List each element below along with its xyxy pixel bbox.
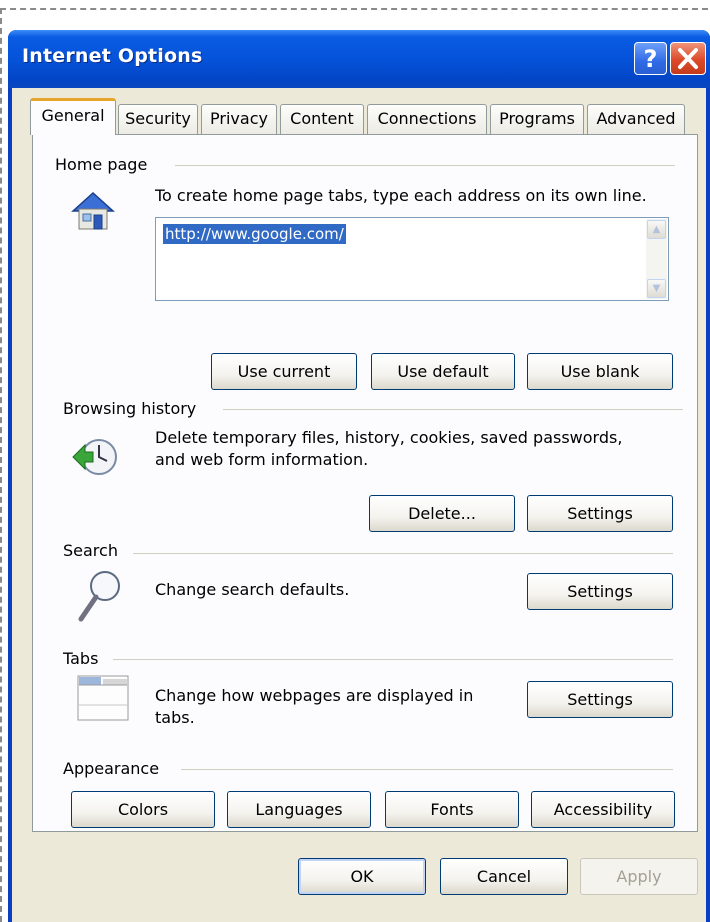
magnifier-icon [77, 569, 123, 629]
home-page-scrollbar[interactable]: ▲ ▼ [646, 219, 667, 299]
close-icon [678, 48, 698, 69]
tabs-description-line1: Change how webpages are displayed in [155, 686, 474, 705]
close-button[interactable] [670, 42, 706, 75]
capture-border-left [0, 8, 2, 922]
tab-connections[interactable]: Connections [367, 104, 487, 134]
accessibility-button[interactable]: Accessibility [531, 791, 675, 828]
search-description: Change search defaults. [155, 580, 350, 599]
home-page-url-value: http://www.google.com/ [163, 224, 346, 244]
appearance-divider [181, 769, 673, 770]
fonts-button[interactable]: Fonts [385, 791, 519, 828]
scroll-up-icon[interactable]: ▲ [647, 220, 666, 239]
tabbed-window-icon [77, 675, 129, 725]
internet-options-window: Internet Options ? General Security Priv… [8, 30, 710, 922]
home-page-description: To create home page tabs, type each addr… [155, 186, 647, 205]
browsing-history-heading: Browsing history [63, 399, 197, 418]
browsing-history-description-line2: and web form information. [155, 450, 369, 469]
tab-security[interactable]: Security [118, 104, 198, 134]
tabs-settings-button[interactable]: Settings [527, 681, 673, 718]
delete-history-button[interactable]: Delete... [369, 495, 515, 532]
use-current-button[interactable]: Use current [211, 353, 357, 390]
home-icon [69, 187, 117, 239]
tab-general[interactable]: General [30, 98, 116, 135]
ok-button[interactable]: OK [298, 858, 426, 895]
tab-strip: General Security Privacy Content Connect… [30, 98, 702, 135]
general-tab-panel: Home page To create home page tabs, type… [32, 134, 698, 832]
browsing-history-description-line1: Delete temporary files, history, cookies… [155, 428, 623, 447]
scroll-down-icon[interactable]: ▼ [647, 279, 666, 298]
title-bar[interactable]: Internet Options ? [8, 30, 710, 88]
dialog-client-area: General Security Privacy Content Connect… [12, 88, 706, 922]
tab-content[interactable]: Content [280, 104, 364, 134]
tab-privacy[interactable]: Privacy [201, 104, 277, 134]
capture-border-top [0, 8, 708, 10]
search-settings-button[interactable]: Settings [527, 573, 673, 610]
tabs-description-line2: tabs. [155, 708, 195, 727]
tab-programs[interactable]: Programs [490, 104, 584, 134]
search-heading: Search [63, 541, 118, 560]
tab-advanced[interactable]: Advanced [587, 104, 685, 134]
cancel-button[interactable]: Cancel [440, 858, 568, 895]
home-page-address-field[interactable]: http://www.google.com/ ▲ ▼ [155, 217, 669, 301]
colors-button[interactable]: Colors [71, 791, 215, 828]
use-blank-button[interactable]: Use blank [527, 353, 673, 390]
tabs-divider [113, 659, 673, 660]
use-default-button[interactable]: Use default [371, 353, 515, 390]
apply-button[interactable]: Apply [580, 858, 698, 895]
appearance-heading: Appearance [63, 759, 160, 778]
search-divider [133, 553, 673, 554]
home-page-heading: Home page [55, 155, 148, 174]
window-title: Internet Options [22, 45, 203, 67]
history-clock-icon [71, 435, 119, 485]
history-settings-button[interactable]: Settings [527, 495, 673, 532]
home-page-divider [175, 165, 675, 166]
help-button[interactable]: ? [634, 42, 667, 75]
browsing-history-divider [223, 409, 683, 410]
languages-button[interactable]: Languages [227, 791, 371, 828]
tabs-heading: Tabs [63, 649, 99, 668]
